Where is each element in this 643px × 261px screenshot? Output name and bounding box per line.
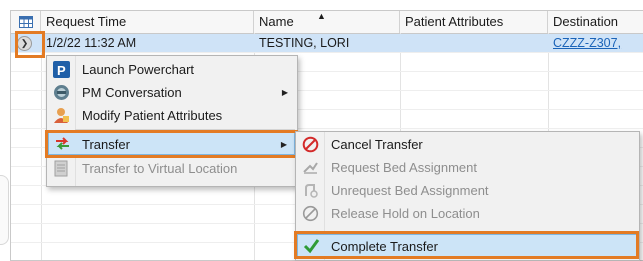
request-bed-icon bbox=[303, 162, 318, 174]
powerchart-icon: P bbox=[53, 61, 70, 78]
submenu-arrow-icon: ▶ bbox=[281, 88, 288, 97]
transfer-submenu: Cancel Transfer Request Bed Assignment U… bbox=[295, 131, 640, 261]
column-header-destination[interactable]: Destination bbox=[548, 11, 643, 33]
menu-item-label: Transfer bbox=[82, 137, 130, 152]
cancel-icon bbox=[302, 136, 319, 153]
menu-item-pm-conversation[interactable]: PM Conversation ▶ bbox=[48, 81, 296, 104]
row-expand-icon[interactable]: ❯ bbox=[17, 36, 32, 51]
sort-ascending-icon: ▲ bbox=[317, 11, 326, 21]
svg-text:P: P bbox=[57, 63, 66, 78]
cell-patient-attributes bbox=[400, 34, 548, 53]
column-header-name-label: Name bbox=[259, 14, 294, 29]
conversation-icon bbox=[54, 85, 69, 100]
menu-item-label: PM Conversation bbox=[82, 85, 182, 100]
menu-item-transfer-to-virtual-location[interactable]: Transfer to Virtual Location bbox=[48, 157, 296, 180]
menu-item-label: Complete Transfer bbox=[331, 239, 438, 254]
side-panel-edge bbox=[0, 175, 9, 245]
release-hold-icon bbox=[302, 205, 319, 222]
menu-item-label: Launch Powerchart bbox=[82, 62, 195, 77]
menu-item-transfer[interactable]: Transfer ▶ bbox=[48, 132, 295, 155]
cell-destination-link[interactable]: CZZZ-Z307, bbox=[548, 34, 643, 53]
context-menu: P Launch Powerchart PM Conversation ▶ Mo… bbox=[46, 55, 298, 187]
menu-item-label: Request Bed Assignment bbox=[331, 160, 477, 175]
menu-item-launch-powerchart[interactable]: P Launch Powerchart bbox=[48, 58, 296, 81]
cell-name: TESTING, LORI bbox=[259, 36, 350, 50]
menu-item-unrequest-bed-assignment[interactable]: Unrequest Bed Assignment bbox=[297, 179, 638, 202]
submenu-arrow-icon: ▶ bbox=[280, 140, 287, 149]
menu-item-request-bed-assignment[interactable]: Request Bed Assignment bbox=[297, 156, 638, 179]
grid-icon bbox=[18, 16, 33, 28]
menu-item-release-hold-on-location[interactable]: Release Hold on Location bbox=[297, 202, 638, 225]
menu-item-modify-patient-attributes[interactable]: Modify Patient Attributes bbox=[48, 104, 296, 127]
cell-request-time: 1/2/22 11:32 AM bbox=[46, 36, 137, 50]
modify-attributes-icon bbox=[54, 108, 69, 123]
transfer-icon bbox=[56, 137, 69, 150]
virtual-location-icon bbox=[54, 160, 68, 177]
menu-item-label: Modify Patient Attributes bbox=[82, 108, 223, 123]
menu-item-cancel-transfer[interactable]: Cancel Transfer bbox=[297, 133, 638, 156]
table-row[interactable]: ❯ 1/2/22 11:32 AM TESTING, LORI CZZZ-Z30… bbox=[11, 34, 643, 53]
menu-item-label: Transfer to Virtual Location bbox=[82, 161, 238, 176]
menu-item-label: Release Hold on Location bbox=[331, 206, 480, 221]
menu-item-label: Cancel Transfer bbox=[331, 137, 423, 152]
menu-separator bbox=[75, 129, 295, 130]
menu-item-complete-transfer[interactable]: Complete Transfer bbox=[297, 234, 637, 257]
menu-item-label: Unrequest Bed Assignment bbox=[331, 183, 489, 198]
column-header-patient-attributes[interactable]: Patient Attributes bbox=[400, 11, 548, 33]
unrequest-bed-icon bbox=[305, 184, 318, 198]
grid-settings-cell[interactable] bbox=[11, 11, 41, 33]
worklist-frame: Request Time Name ▲ Patient Attributes D… bbox=[0, 0, 643, 261]
column-header-name[interactable]: Name ▲ bbox=[254, 11, 400, 33]
grid-header: Request Time Name ▲ Patient Attributes D… bbox=[11, 11, 643, 34]
column-header-request-time[interactable]: Request Time bbox=[41, 11, 254, 33]
checkmark-icon bbox=[303, 239, 320, 254]
